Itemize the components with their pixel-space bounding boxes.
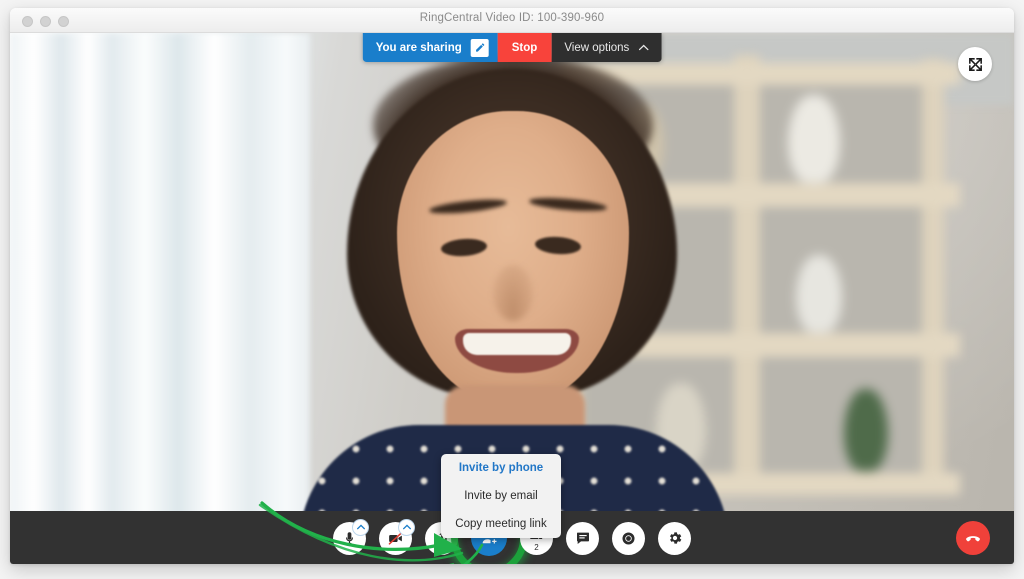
view-options-button[interactable]: View options — [551, 33, 662, 62]
chevron-up-icon[interactable] — [352, 518, 369, 536]
screenshot-root: RingCentral Video ID: 100-390-960 You ar… — [0, 0, 1024, 579]
chat-button[interactable] — [566, 521, 599, 555]
sharing-status-label: You are sharing — [375, 41, 462, 54]
view-options-label: View options — [564, 41, 630, 54]
mic-button[interactable] — [333, 518, 369, 555]
settings-button[interactable] — [658, 521, 691, 555]
video-stage: You are sharing Stop View options Invite… — [10, 33, 1014, 564]
record-button[interactable] — [612, 521, 645, 555]
stop-label: Stop — [511, 41, 538, 54]
camera-button[interactable] — [379, 518, 415, 555]
invite-menu[interactable]: Invite by phone Invite by email Copy mee… — [441, 454, 561, 538]
window-titlebar: RingCentral Video ID: 100-390-960 — [10, 8, 1014, 33]
window-curtain — [10, 33, 310, 564]
menu-item-invite-by-phone[interactable]: Invite by phone — [441, 454, 561, 482]
window-title: RingCentral Video ID: 100-390-960 — [419, 12, 605, 24]
menu-item-copy-meeting-link[interactable]: Copy meeting link — [441, 510, 561, 538]
chevron-up-icon[interactable] — [398, 518, 415, 536]
end-call-button[interactable] — [956, 521, 990, 555]
menu-item-invite-by-email[interactable]: Invite by email — [441, 482, 561, 510]
pencil-icon[interactable] — [470, 38, 489, 57]
chevron-up-icon — [638, 42, 649, 54]
nose — [493, 265, 533, 321]
sharing-status: You are sharing — [362, 33, 498, 62]
stop-sharing-button[interactable]: Stop — [497, 33, 552, 62]
expand-icon[interactable] — [958, 47, 992, 81]
app-window: RingCentral Video ID: 100-390-960 You ar… — [10, 8, 1014, 564]
screen-share-bar: You are sharing Stop View options — [362, 33, 662, 62]
participant-count-badge: 2 — [534, 542, 539, 552]
